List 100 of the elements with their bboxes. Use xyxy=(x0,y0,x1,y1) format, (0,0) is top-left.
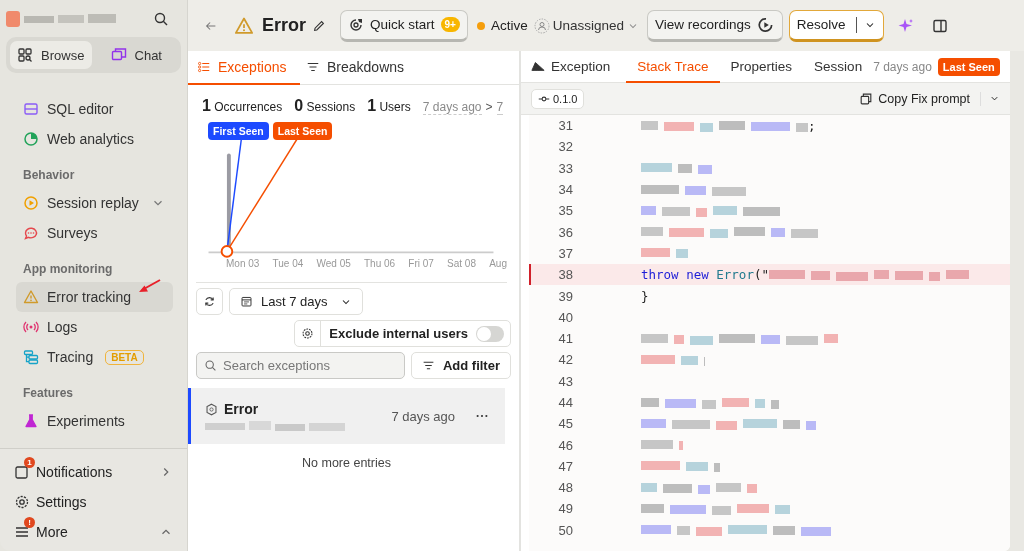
mode-tab[interactable]: Chat xyxy=(95,41,177,69)
nav-item[interactable]: Settings xyxy=(14,487,173,517)
settings-icon xyxy=(301,327,315,340)
search-icon xyxy=(153,11,169,27)
tracing-icon xyxy=(23,349,39,365)
refresh-button[interactable] xyxy=(196,288,223,315)
target-icon xyxy=(348,16,364,33)
table-icon xyxy=(23,101,39,117)
nav-label: More xyxy=(36,524,69,540)
tab[interactable]: Properties xyxy=(719,51,804,83)
nav-item[interactable]: Surveys xyxy=(16,218,173,248)
nav-label: Settings xyxy=(36,494,88,510)
line-number: 46 xyxy=(557,437,573,453)
nav-label: Logs xyxy=(47,319,78,335)
warning-icon xyxy=(23,289,39,305)
chat-icon xyxy=(110,47,127,63)
pointer-arrow xyxy=(136,278,162,294)
add-filter-button[interactable]: Add filter xyxy=(410,352,511,379)
refresh-icon xyxy=(203,295,216,308)
nav-item[interactable]: 1 Notifications xyxy=(14,457,173,487)
stat-text: 1 Users xyxy=(367,97,411,115)
warning-icon xyxy=(234,15,254,36)
tab[interactable]: Breakdowns xyxy=(300,51,412,85)
version-label: 0.1.0 xyxy=(553,92,578,105)
side-panel-icon xyxy=(931,17,948,34)
line-number: 35 xyxy=(557,203,573,219)
line-number: 40 xyxy=(557,309,573,325)
issue-row[interactable]: Error 7 days ago xyxy=(188,388,505,444)
calendar-icon xyxy=(240,295,253,308)
nav-item[interactable]: Tracing BETA xyxy=(16,342,173,372)
line-number: 50 xyxy=(557,522,573,538)
nav-item[interactable]: SQL editor xyxy=(16,94,173,124)
nav-label: Surveys xyxy=(47,225,98,241)
nav-label: Experiments xyxy=(47,413,125,429)
last-seen-badge: Last Seen xyxy=(937,57,1000,76)
section-heading: Features xyxy=(22,385,75,402)
empty-note: No more entries xyxy=(301,455,392,470)
code-text: ; xyxy=(808,118,816,134)
separator-text: > xyxy=(485,100,493,114)
nav-label: Tracing xyxy=(47,349,94,365)
axis-label: Sat 08 xyxy=(447,258,476,269)
page-title: Error xyxy=(262,15,306,36)
line-number: 48 xyxy=(557,480,573,496)
tab[interactable]: Exception xyxy=(531,51,627,83)
play-icon xyxy=(756,15,775,34)
line-number: 31 xyxy=(557,118,573,134)
line-number: 32 xyxy=(557,139,573,155)
filter-icon xyxy=(421,359,435,372)
line-number: 42 xyxy=(557,352,573,368)
search-field[interactable]: Search exceptions xyxy=(196,352,405,379)
replay-icon xyxy=(23,195,39,211)
view-recordings-button[interactable]: View recordings xyxy=(647,9,783,42)
list-icon xyxy=(197,60,211,74)
nav-item[interactable]: Error tracking xyxy=(16,282,173,312)
settings-icon xyxy=(14,494,30,510)
issue-title: Error xyxy=(224,401,259,417)
tab[interactable]: Session xyxy=(803,51,874,83)
tab[interactable]: Exceptions xyxy=(188,51,300,85)
axis-label: Tue 04 xyxy=(272,258,304,269)
notification-icon xyxy=(14,464,30,480)
line-number: 34 xyxy=(557,182,573,198)
issue-time: 7 days ago xyxy=(391,408,455,424)
section-heading: App monitoring xyxy=(22,261,114,278)
count-badge: 9+ xyxy=(440,17,460,32)
code-text: throw new Error(" xyxy=(641,267,769,283)
nav-item[interactable]: ! More xyxy=(14,517,173,547)
line-number: 49 xyxy=(557,501,573,517)
chat-bubble-icon xyxy=(23,225,39,241)
line-number: 43 xyxy=(557,373,573,389)
assignee-dropdown[interactable]: Unassigned xyxy=(533,17,639,34)
pie-chart-icon xyxy=(23,131,39,147)
resolve-button[interactable]: Resolve xyxy=(788,9,884,42)
nav-label: Session replay xyxy=(47,195,139,211)
mode-tab[interactable]: Browse xyxy=(10,41,92,69)
line-number: 44 xyxy=(557,395,573,410)
nav-item[interactable]: Logs xyxy=(16,312,173,342)
stat-text: 0 Sessions xyxy=(294,97,356,115)
line-number: 47 xyxy=(557,458,573,474)
axis-label: Thu 06 xyxy=(364,258,396,269)
person-icon xyxy=(533,17,550,34)
nav-label: Notifications xyxy=(36,464,114,480)
date-text: 7 days ago xyxy=(873,59,932,74)
line-number: 33 xyxy=(557,160,573,176)
broadcast-icon xyxy=(23,319,39,335)
count-badge: 1 xyxy=(24,457,35,468)
stat-text: 1 Occurrences xyxy=(202,97,283,115)
nav-label: Error tracking xyxy=(47,289,132,305)
marker-label: First Seen xyxy=(208,122,269,140)
line-number: 37 xyxy=(557,245,573,261)
menu-icon xyxy=(14,524,30,540)
date-range-dropdown[interactable]: Last 7 days xyxy=(229,288,363,315)
nav-item[interactable]: Web analytics xyxy=(16,124,173,154)
copy-prompt-button[interactable]: Copy Fix prompt xyxy=(859,91,981,106)
nav-label: Web analytics xyxy=(47,131,134,147)
nav-item[interactable]: Session replay xyxy=(16,188,173,218)
copy-icon xyxy=(859,91,874,106)
axis-label: Aug xyxy=(489,258,507,269)
axis-label: Fri 07 xyxy=(408,258,434,269)
nav-item[interactable]: Experiments xyxy=(16,406,173,436)
quick-start-button[interactable]: Quick start 9+ xyxy=(340,9,468,42)
